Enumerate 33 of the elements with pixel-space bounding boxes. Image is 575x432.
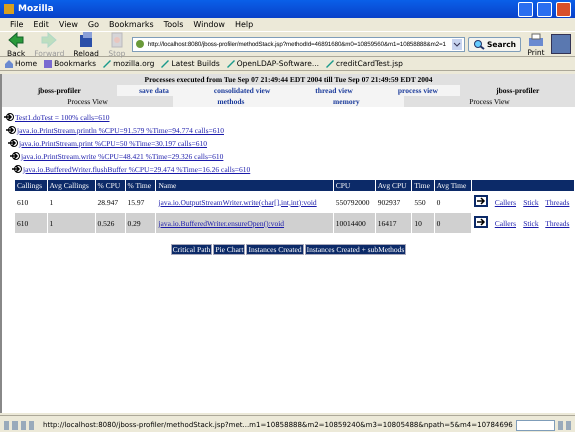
close-icon[interactable] — [556, 2, 571, 16]
throbber-logo — [551, 34, 571, 54]
menu-item[interactable]: Bookmarks — [108, 20, 154, 29]
house-icon — [4, 58, 14, 69]
search-icon — [472, 38, 485, 50]
page-icon — [134, 39, 145, 49]
window-title: Mozilla — [18, 4, 54, 14]
arrow-box-icon — [474, 216, 488, 228]
menu-item[interactable]: Tools — [164, 20, 184, 29]
arrow-circle-icon — [12, 164, 22, 174]
arrow-circle-icon — [6, 125, 16, 135]
menu-item[interactable]: File — [10, 20, 24, 29]
menu-item[interactable]: Window — [193, 20, 225, 29]
menu-item[interactable]: Edit — [33, 20, 49, 29]
arrow-box-icon — [474, 195, 488, 207]
bookmark-icon — [226, 58, 236, 69]
status-field — [516, 420, 554, 430]
menu-item[interactable]: Help — [234, 20, 254, 29]
left-arrow-icon — [7, 30, 26, 48]
menu-item[interactable]: Go — [88, 20, 99, 29]
bookmark-icon — [160, 58, 170, 69]
restore-icon[interactable] — [537, 2, 552, 16]
app-icon — [4, 4, 14, 14]
bookmark-icon — [325, 58, 335, 69]
bookmark-icon — [102, 58, 112, 69]
arrow-circle-icon — [10, 151, 20, 161]
right-arrow-icon — [40, 30, 58, 48]
book-icon — [43, 58, 54, 69]
minimize-icon[interactable] — [518, 2, 533, 16]
dropdown-caret-icon — [452, 38, 462, 50]
arrow-circle-icon — [4, 112, 14, 122]
arrow-circle-icon — [8, 138, 18, 148]
menu-item[interactable]: View — [58, 20, 78, 29]
